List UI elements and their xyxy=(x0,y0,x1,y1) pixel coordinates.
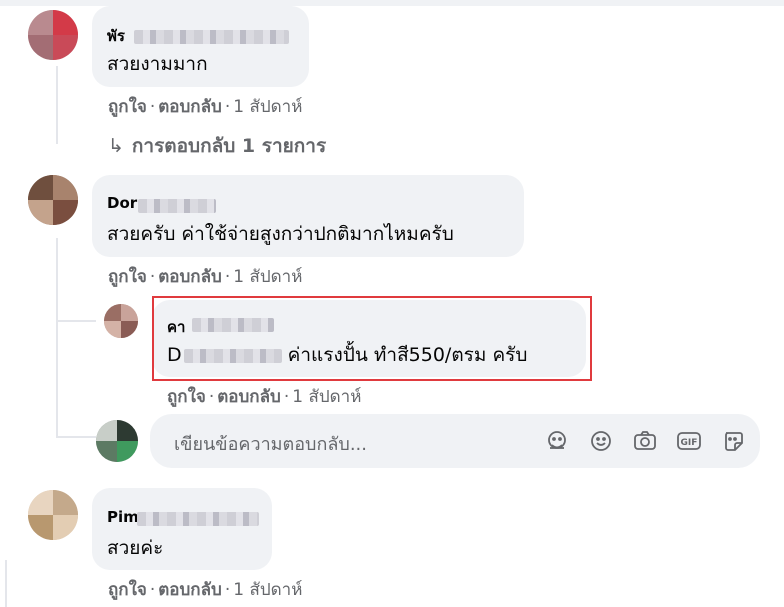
thread-line xyxy=(56,320,96,322)
gif-icon[interactable]: GIF xyxy=(675,427,703,455)
avatar-sticker-icon[interactable] xyxy=(543,427,571,455)
timestamp[interactable]: 1 สัปดาห์ xyxy=(292,387,361,407)
current-user-avatar[interactable] xyxy=(96,420,138,462)
timestamp[interactable]: 1 สัปดาห์ xyxy=(233,580,302,600)
comment-actions: ถูกใจ · ตอบกลับ · 1 สัปดาห์ xyxy=(108,97,303,117)
commenter-name[interactable]: พัร xyxy=(107,24,125,48)
reply-button[interactable]: ตอบกลับ xyxy=(158,580,222,600)
like-button[interactable]: ถูกใจ xyxy=(108,580,147,600)
comment-bubble: Pim สวยค่ะ xyxy=(92,488,272,570)
view-replies-link[interactable]: ↳ การตอบกลับ 1 รายการ xyxy=(108,131,326,161)
thread-line xyxy=(5,560,7,607)
view-replies-label: การตอบกลับ 1 รายการ xyxy=(131,135,327,157)
comment-bubble: Dor สวยครับ ค่าใช้จ่ายสูงกว่าปกติมากไหมค… xyxy=(92,175,524,257)
thread-line xyxy=(56,66,58,144)
commenter-name[interactable]: Dor xyxy=(107,194,137,212)
avatar[interactable] xyxy=(28,490,78,540)
comment-text: สวยครับ ค่าใช้จ่ายสูงกว่าปกติมากไหมครับ xyxy=(107,223,454,245)
reply-button[interactable]: ตอบกลับ xyxy=(158,267,222,287)
sticker-icon[interactable] xyxy=(719,427,747,455)
svg-text:GIF: GIF xyxy=(681,438,698,448)
reply-input-placeholder: เขียนข้อความตอบกลับ... xyxy=(174,434,367,455)
reply-actions: ถูกใจ · ตอบกลับ · 1 สัปดาห์ xyxy=(167,387,362,407)
comment-text: สวยงามมาก xyxy=(107,53,208,75)
timestamp[interactable]: 1 สัปดาห์ xyxy=(233,267,302,287)
blurred-name xyxy=(137,512,259,526)
avatar[interactable] xyxy=(28,175,78,225)
avatar[interactable] xyxy=(28,10,78,60)
comment-actions: ถูกใจ · ตอบกลับ · 1 สัปดาห์ xyxy=(108,267,303,287)
comment-text: สวยค่ะ xyxy=(107,537,164,559)
reply-button[interactable]: ตอบกลับ xyxy=(217,387,281,407)
reply-input-box[interactable]: เขียนข้อความตอบกลับ... GIF xyxy=(150,414,760,468)
blurred-name xyxy=(134,30,289,44)
camera-icon[interactable] xyxy=(631,427,659,455)
commenter-name[interactable]: Pim xyxy=(107,508,139,526)
thread-line xyxy=(56,436,96,438)
timestamp[interactable]: 1 สัปดาห์ xyxy=(233,97,302,117)
highlight-box xyxy=(152,296,592,381)
like-button[interactable]: ถูกใจ xyxy=(167,387,206,407)
emoji-icon[interactable] xyxy=(587,427,615,455)
comment-bubble: พัร สวยงามมาก xyxy=(92,6,309,87)
avatar[interactable] xyxy=(104,304,138,338)
blurred-name xyxy=(138,199,216,213)
like-button[interactable]: ถูกใจ xyxy=(108,267,147,287)
like-button[interactable]: ถูกใจ xyxy=(108,97,147,117)
thread-line xyxy=(56,238,58,438)
reply-button[interactable]: ตอบกลับ xyxy=(158,97,222,117)
comment-actions: ถูกใจ · ตอบกลับ · 1 สัปดาห์ xyxy=(108,580,303,600)
reply-arrow-icon: ↳ xyxy=(108,135,124,157)
